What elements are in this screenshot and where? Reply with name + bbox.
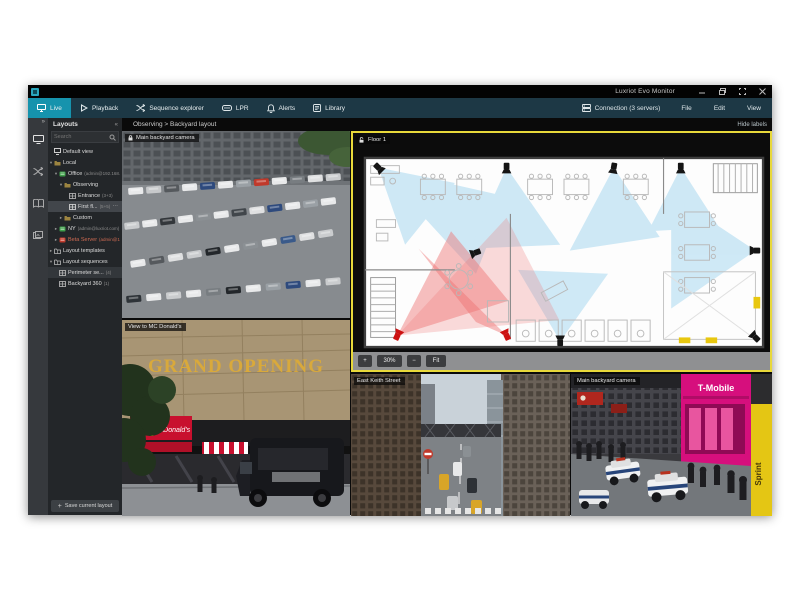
plus-icon: + [58, 503, 62, 510]
menu-file[interactable]: File [670, 105, 702, 112]
parking-lot-video [122, 131, 350, 318]
zoom-out-button[interactable]: − [407, 355, 421, 367]
camera-tile-police-street[interactable]: Main backyard camera T-Mobile [571, 374, 772, 516]
tab-library[interactable]: Library [304, 98, 354, 118]
camera-label: Main backyard camera [574, 377, 640, 385]
svg-text:GRAND OPENING: GRAND OPENING [148, 356, 324, 377]
window-titlebar: Luxriot Evo Monitor [28, 85, 772, 98]
camera-label: View to MC Donald's [125, 323, 186, 331]
layouts-monitor-icon[interactable] [33, 131, 44, 149]
camera-tile-mcdonalds[interactable]: View to MC Donald's GRAND OPENING McDona… [122, 320, 350, 516]
hide-labels-link[interactable]: Hide labels [737, 122, 767, 128]
tree-item-beta-server[interactable]: ▸ Beta Server (admin@1...) [48, 234, 122, 245]
folder-icon [64, 182, 71, 188]
restore-icon[interactable] [719, 88, 726, 95]
camera-tile-east-keith[interactable]: East Keith Street [351, 374, 570, 516]
left-icon-rail: » [28, 118, 48, 515]
lock-icon [128, 135, 133, 141]
monitor-icon [54, 148, 61, 155]
bookmarks-image-icon[interactable] [33, 227, 43, 245]
search-box[interactable] [51, 131, 119, 143]
floorplan-map[interactable] [363, 156, 765, 349]
sequences-shuffle-icon[interactable] [33, 163, 43, 181]
camera-label: East Keith Street [354, 377, 405, 385]
server-red-icon [59, 237, 66, 243]
breadcrumb[interactable]: Observing > Backyard layout [133, 121, 216, 128]
layouts-tree: Default view ▾ Local ▾ Office (admin@192… [48, 146, 122, 497]
svg-text:Sprint: Sprint [754, 462, 763, 485]
monitor-icon [37, 104, 46, 112]
camera-label: Main backyard camera [125, 134, 199, 142]
zoom-fit-button[interactable]: Fit [426, 355, 446, 367]
server-green-icon [59, 171, 66, 177]
tree-item-default-view[interactable]: Default view [48, 146, 122, 157]
shuffle-icon [136, 104, 145, 112]
tree-item-entrance[interactable]: Entrance (3+3) [48, 190, 122, 201]
library-icon [313, 104, 321, 112]
folder-icon [54, 160, 61, 166]
zoom-level[interactable]: 30% [377, 355, 402, 367]
tree-item-layout-templates[interactable]: ▸ Layout templates [48, 245, 122, 256]
mcdonalds-video: GRAND OPENING McDonald's [122, 320, 350, 516]
menu-view[interactable]: View [736, 105, 772, 112]
window-title: Luxriot Evo Monitor [615, 88, 675, 95]
servers-icon [582, 104, 591, 112]
template-icon [54, 259, 61, 265]
layouts-panel-title: Layouts [53, 121, 78, 128]
search-input[interactable] [54, 134, 109, 140]
grid-icon [69, 204, 76, 210]
tree-item-office[interactable]: ▾ Office (admin@192.168.1.5) [48, 168, 122, 179]
minimize-icon[interactable] [699, 88, 706, 95]
viewing-area: Observing > Backyard layout Hide labels … [122, 118, 772, 515]
play-icon [80, 104, 88, 112]
tree-item-ny[interactable]: ▸ NY (admin@luxriot.com) [48, 223, 122, 234]
tab-sequence-explorer[interactable]: Sequence explorer [127, 98, 213, 118]
tree-item-perimeter-sequence[interactable]: Perimeter se... (4) [48, 267, 122, 278]
tab-lpr[interactable]: LPR [213, 98, 258, 118]
unlock-icon [359, 137, 365, 143]
svg-text:T-Mobile: T-Mobile [698, 383, 735, 393]
tree-item-layout-sequences[interactable]: ▾ Layout sequences [48, 256, 122, 267]
more-options-icon[interactable]: ⋯ [113, 204, 121, 210]
grid-icon [59, 281, 66, 287]
breadcrumb-bar: Observing > Backyard layout Hide labels [122, 118, 772, 131]
plate-icon [222, 104, 232, 112]
camera-tile-parking[interactable]: Main backyard camera [122, 131, 350, 318]
bell-icon [267, 104, 275, 113]
tab-live[interactable]: Live [28, 98, 71, 118]
connection-menu[interactable]: Connection (3 servers) [572, 104, 671, 112]
floorplan-label: Floor 1 [356, 136, 390, 144]
zoom-in-button[interactable]: + [358, 355, 372, 367]
menu-edit[interactable]: Edit [703, 105, 736, 112]
expand-rail-chevron[interactable]: » [42, 119, 45, 125]
fullscreen-icon[interactable] [739, 88, 746, 95]
template-icon [54, 248, 61, 254]
app-icon [31, 88, 39, 96]
tree-item-first-floor[interactable]: First fl... (5+5) ⋯ [48, 201, 122, 212]
search-icon [109, 134, 116, 141]
street-video [351, 374, 570, 516]
close-icon[interactable] [759, 88, 766, 95]
save-current-layout-button[interactable]: + Save current layout [51, 500, 119, 512]
tree-item-custom[interactable]: ▸ Custom [48, 212, 122, 223]
tree-item-backyard-360[interactable]: Backyard 360 (1) [48, 278, 122, 289]
layouts-panel: Layouts « Default view ▾ Local [48, 118, 122, 515]
tree-item-local[interactable]: ▾ Local [48, 157, 122, 168]
grid-icon [69, 193, 76, 199]
folder-icon [64, 215, 71, 221]
maps-book-icon[interactable] [33, 195, 44, 213]
server-green-icon [59, 226, 66, 232]
tab-alerts[interactable]: Alerts [258, 98, 305, 118]
police-street-video: T-Mobile Sprint [571, 374, 772, 516]
app-window: Luxriot Evo Monitor Live Playback Sequen… [28, 85, 772, 515]
tree-item-observing[interactable]: ▾ Observing [48, 179, 122, 190]
collapse-panel-chevron[interactable]: « [115, 122, 118, 128]
map-zoom-toolbar: + 30% − Fit [353, 352, 770, 370]
grid-icon [59, 270, 66, 276]
main-toolbar: Live Playback Sequence explorer LPR Aler… [28, 98, 772, 118]
tab-playback[interactable]: Playback [71, 98, 127, 118]
floorplan-tile[interactable]: Floor 1 [351, 131, 772, 372]
